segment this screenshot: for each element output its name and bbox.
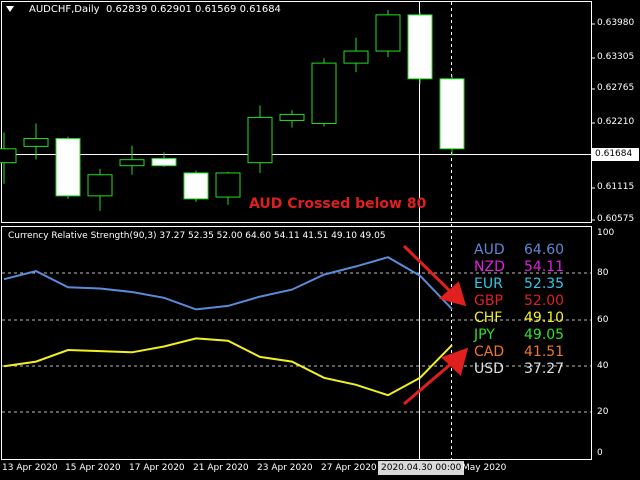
candle-body [215,172,241,198]
price-tick: 0.60575 [597,214,635,224]
symbol-label: AUDCHF,Daily [29,4,100,15]
date-label: 17 Apr 2020 [129,463,185,473]
date-label: 15 Apr 2020 [65,463,121,473]
date-label: May 2020 [462,463,507,473]
candle-body [247,116,273,164]
currency-name: NZD [474,259,505,275]
currency-name: CHF [474,310,503,326]
currency-row-cad: CAD 41.51 [474,344,584,361]
indicator-tick: 80 [597,268,609,278]
indicator-lines [3,256,453,397]
candle-body [23,138,49,147]
candle-body [439,78,465,150]
date-label: 27 Apr 2020 [321,463,377,473]
indicator-tick: 0 [597,448,603,458]
indicator-header: Currency Relative Strength(90,3) 37.27 5… [8,231,386,241]
crosshair-time-label: 2020.04.30 00:00 [378,461,465,475]
currency-name: JPY [474,327,495,343]
indicator-tick: 60 [597,315,609,325]
currency-value: 49.10 [524,310,565,326]
indicator-tick: 20 [597,407,609,417]
currency-row-nzd: NZD 54.11 [474,259,584,276]
arrow-up-icon [403,347,469,406]
chart-menu-icon[interactable] [6,6,14,12]
candles-group [0,10,465,211]
indicator-tick: 40 [597,361,609,371]
candle-body [55,138,81,197]
date-label: 21 Apr 2020 [193,463,249,473]
candle-body [375,14,401,52]
symbol-header: AUDCHF,Daily 0.62839 0.62901 0.61569 0.6… [6,4,281,15]
series-aud-line [3,256,453,311]
price-tick: 0.62765 [597,83,635,93]
currency-value: 64.60 [524,242,565,258]
price-tick: 0.63980 [597,18,635,28]
candle-body [119,159,145,167]
currency-name: EUR [474,276,503,292]
currency-row-chf: CHF 49.10 [474,310,584,327]
candle-body [279,113,305,121]
currency-row-gbp: GBP 52.00 [474,293,584,310]
currency-name: CAD [474,344,505,360]
candle-body [343,50,369,64]
currency-row-jpy: JPY 49.05 [474,327,584,344]
currency-name: AUD [474,242,505,258]
date-label: 13 Apr 2020 [2,463,58,473]
candle-body [151,157,177,167]
candle-body [183,172,209,200]
series-chf-line [3,337,453,397]
candle-body [311,62,337,124]
currency-value: 52.35 [524,276,565,292]
price-tick: 0.62210 [597,117,635,127]
currency-row-aud: AUD 64.60 [474,242,584,259]
currency-name: USD [474,361,504,377]
currency-row-usd: USD 37.27 [474,361,584,378]
currency-name: GBP [474,293,503,309]
candle-body [87,174,113,197]
currency-row-eur: EUR 52.35 [474,276,584,293]
currency-value: 37.27 [524,361,565,377]
currency-value: 41.51 [524,344,565,360]
indicator-tick: 100 [597,228,615,238]
currency-value: 54.11 [524,259,565,275]
current-price-label: 0.61684 [592,148,639,161]
price-tick: 0.61115 [597,182,635,192]
arrow-down-icon [402,244,467,307]
date-label: 23 Apr 2020 [257,463,313,473]
price-tick: 0.63305 [597,52,635,62]
candle-body [0,148,17,164]
ohlc-values: 0.62839 0.62901 0.61569 0.61684 [105,4,281,15]
currency-value: 49.05 [524,327,565,343]
cross-annotation: AUD Crossed below 80 [249,196,427,212]
candle-body [407,14,433,80]
currency-value: 52.00 [524,293,565,309]
